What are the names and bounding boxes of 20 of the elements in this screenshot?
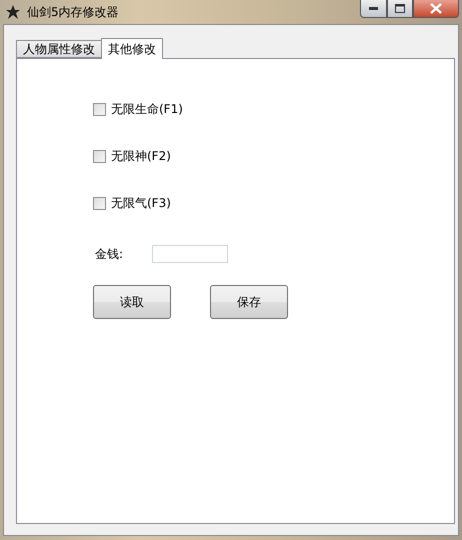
minimize-button[interactable] xyxy=(360,0,387,18)
maximize-icon xyxy=(395,4,405,13)
maximize-button[interactable] xyxy=(387,0,413,18)
close-icon xyxy=(430,3,442,14)
checkbox[interactable] xyxy=(93,196,106,210)
checkbox[interactable] xyxy=(93,102,106,116)
action-button[interactable]: 保存 xyxy=(210,285,288,319)
window-title: 仙剑5内存修改器 xyxy=(27,4,119,20)
option-label: 无限生命(F1) xyxy=(111,100,183,118)
close-button[interactable] xyxy=(413,0,459,18)
action-button[interactable]: 读取 xyxy=(93,285,171,319)
money-label: 金钱: xyxy=(95,246,124,262)
tab[interactable]: 人物属性修改 xyxy=(16,40,102,58)
app-logo-icon xyxy=(5,4,21,20)
minimize-icon xyxy=(369,7,378,10)
option-label: 无限气(F3) xyxy=(111,194,171,212)
tab[interactable]: 其他修改 xyxy=(101,38,163,59)
money-field[interactable] xyxy=(152,245,228,263)
option-label: 无限神(F2) xyxy=(111,148,171,164)
checkbox[interactable] xyxy=(93,150,106,162)
